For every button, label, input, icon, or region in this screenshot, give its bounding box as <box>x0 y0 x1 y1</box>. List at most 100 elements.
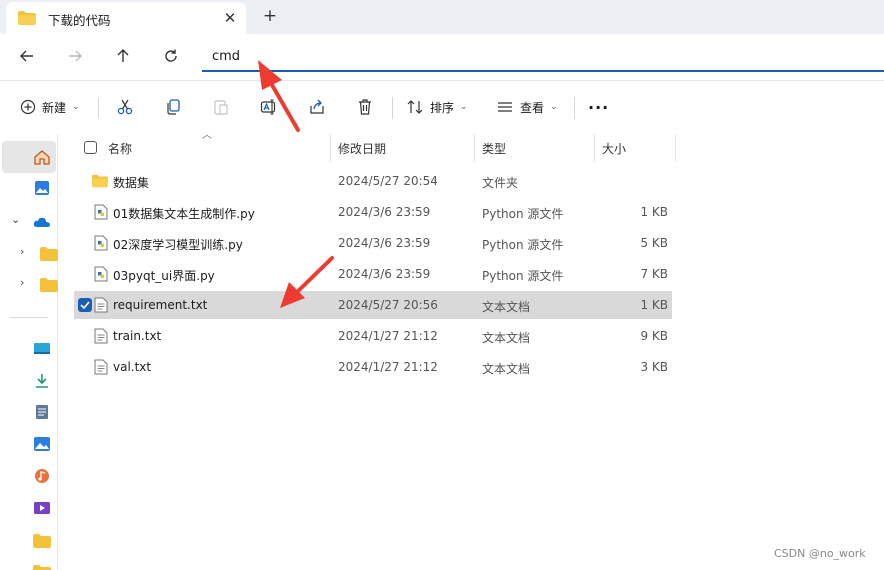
arrow-left-icon <box>20 50 33 62</box>
row-checkbox[interactable] <box>78 298 92 312</box>
download-icon[interactable] <box>33 373 51 389</box>
text-file-icon <box>94 297 108 313</box>
arrow-up-icon <box>117 49 129 62</box>
file-type: Python 源文件 <box>482 269 564 283</box>
address-bar[interactable] <box>202 40 884 72</box>
chevron-right-icon[interactable]: › <box>20 245 24 258</box>
file-date: 2024/5/27 20:54 <box>338 174 438 188</box>
file-row[interactable]: val.txt 2024/1/27 21:12 文本文档 3 KB <box>74 353 672 381</box>
folder-icon[interactable] <box>33 564 51 570</box>
file-name: 02深度学习模型训练.py <box>113 238 243 252</box>
text-file-icon <box>94 359 108 375</box>
forward-button[interactable] <box>60 41 90 71</box>
view-button-label: 查看 <box>520 100 545 115</box>
pictures-icon[interactable] <box>33 436 51 452</box>
file-type: 文本文档 <box>482 300 531 314</box>
column-header-date[interactable]: 修改日期 <box>338 140 386 157</box>
back-button[interactable] <box>12 41 42 71</box>
close-tab-icon[interactable]: ✕ <box>218 6 242 30</box>
file-date: 2024/1/27 21:12 <box>338 329 438 343</box>
file-name: 03pyqt_ui界面.py <box>113 269 215 283</box>
column-divider[interactable] <box>330 134 331 162</box>
python-file-icon <box>94 235 108 251</box>
share-button[interactable] <box>308 93 326 121</box>
onedrive-icon[interactable] <box>33 214 51 230</box>
file-size: 7 KB <box>640 267 668 281</box>
tab-downloads-code[interactable]: 下载的代码 ✕ <box>6 2 246 34</box>
chevron-down-icon: ⌄ <box>460 102 468 112</box>
file-name: val.txt <box>113 360 152 374</box>
rename-icon <box>260 99 276 115</box>
sort-button[interactable]: 排序 ⌄ <box>406 93 468 121</box>
new-tab-button[interactable]: + <box>258 5 282 29</box>
file-date: 2024/3/6 23:59 <box>338 236 431 250</box>
trash-icon <box>359 99 371 115</box>
checkmark-icon <box>80 301 90 309</box>
file-size: 3 KB <box>640 360 668 374</box>
file-date: 2024/3/6 23:59 <box>338 267 431 281</box>
documents-icon[interactable] <box>33 404 51 420</box>
new-button[interactable]: 新建 ⌄ <box>20 93 80 121</box>
column-divider[interactable] <box>675 134 676 162</box>
column-divider[interactable] <box>594 134 595 162</box>
desktop-icon[interactable] <box>33 341 51 357</box>
file-row[interactable]: 03pyqt_ui界面.py 2024/3/6 23:59 Python 源文件… <box>74 260 672 288</box>
file-name: 01数据集文本生成制作.py <box>113 207 255 221</box>
view-button[interactable]: 查看 ⌄ <box>496 93 558 121</box>
column-header-type[interactable]: 类型 <box>482 140 506 157</box>
gallery-icon[interactable] <box>33 180 51 196</box>
toolbar-separator <box>392 97 393 119</box>
address-input[interactable] <box>212 47 812 65</box>
folder-icon[interactable] <box>33 533 51 549</box>
refresh-icon <box>165 49 177 62</box>
up-button[interactable] <box>108 41 138 71</box>
folder-icon[interactable] <box>40 246 58 262</box>
column-header-size[interactable]: 大小 <box>602 140 626 157</box>
file-name: train.txt <box>113 329 162 343</box>
plus-circle-icon <box>20 99 36 115</box>
file-type: Python 源文件 <box>482 207 564 221</box>
watermark: CSDN @no_work <box>774 547 866 560</box>
file-row[interactable]: train.txt 2024/1/27 21:12 文本文档 9 KB <box>74 322 672 350</box>
python-file-icon <box>94 204 108 220</box>
delete-button[interactable] <box>356 93 374 121</box>
file-date: 2024/1/27 21:12 <box>338 360 438 374</box>
folder-icon[interactable] <box>40 277 58 293</box>
tab-strip: 下载的代码 ✕ + <box>0 0 884 34</box>
chevron-right-icon[interactable]: › <box>20 276 24 289</box>
file-size: 1 KB <box>640 205 668 219</box>
arrow-right-icon <box>69 50 82 62</box>
column-header-name[interactable]: 名称 <box>108 140 132 157</box>
music-icon[interactable] <box>33 468 51 484</box>
chevron-down-icon: ⌄ <box>72 102 80 112</box>
refresh-button[interactable] <box>156 41 186 71</box>
command-bar: 新建 ⌄ 排序 ⌄ 查看 ⌄ ··· <box>0 81 884 133</box>
file-row-selected[interactable]: requirement.txt 2024/5/27 20:56 文本文档 1 K… <box>74 291 672 319</box>
file-type: 文本文档 <box>482 331 531 345</box>
chevron-down-icon[interactable]: ⌄ <box>11 213 20 226</box>
python-file-icon <box>94 266 108 282</box>
sort-button-label: 排序 <box>430 100 455 115</box>
videos-icon[interactable] <box>33 500 51 516</box>
more-options-button[interactable]: ··· <box>588 93 609 121</box>
file-name: 数据集 <box>113 176 150 190</box>
file-row[interactable]: 01数据集文本生成制作.py 2024/3/6 23:59 Python 源文件… <box>74 198 672 226</box>
nav-item-home[interactable] <box>2 141 56 173</box>
file-row[interactable]: 02深度学习模型训练.py 2024/3/6 23:59 Python 源文件 … <box>74 229 672 257</box>
select-all-checkbox[interactable] <box>84 141 97 154</box>
cut-button[interactable] <box>116 93 134 121</box>
rename-button[interactable] <box>260 93 278 121</box>
paste-button[interactable] <box>212 93 230 121</box>
share-icon <box>310 99 324 114</box>
tab-title: 下载的代码 <box>48 13 111 28</box>
column-divider[interactable] <box>474 134 475 162</box>
file-size: 9 KB <box>640 329 668 343</box>
copy-button[interactable] <box>164 93 182 121</box>
view-list-icon <box>498 102 512 112</box>
file-type: 文件夹 <box>482 176 519 190</box>
file-size: 1 KB <box>640 298 668 312</box>
file-row[interactable]: 数据集 2024/5/27 20:54 文件夹 <box>74 167 672 195</box>
column-header-row: 名称 修改日期 类型 大小 <box>74 134 678 162</box>
scissors-icon <box>117 99 133 115</box>
sort-icon <box>407 100 423 114</box>
